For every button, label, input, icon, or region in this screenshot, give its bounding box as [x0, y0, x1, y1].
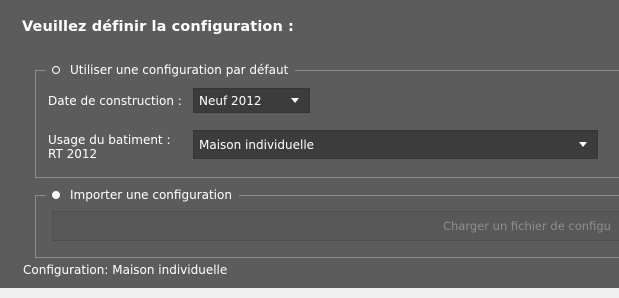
construction-date-label: Date de construction :: [48, 94, 182, 108]
status-text: Configuration: Maison individuelle: [23, 263, 228, 277]
chevron-down-icon[interactable]: [569, 131, 597, 158]
construction-date-value: Neuf 2012: [199, 93, 262, 108]
radio-checked-icon: [52, 191, 60, 199]
load-config-file-button[interactable]: Charger un fichier de configu: [52, 211, 619, 241]
import-config-radio[interactable]: Importer une configuration: [46, 186, 239, 204]
config-panel: Veuillez définir la configuration : Util…: [0, 0, 619, 288]
default-config-radio[interactable]: Utiliser une configuration par défaut: [46, 61, 296, 79]
default-config-radio-label: Utiliser une configuration par défaut: [70, 63, 289, 77]
import-config-radio-label: Importer une configuration: [70, 188, 232, 202]
radio-unchecked-icon: [52, 66, 60, 74]
building-usage-value: Maison individuelle: [199, 137, 315, 152]
chevron-down-icon[interactable]: [281, 89, 309, 112]
page-title: Veuillez définir la configuration :: [22, 19, 294, 35]
building-usage-sublabel: RT 2012: [48, 147, 98, 161]
building-usage-label: Usage du batiment :: [48, 133, 171, 147]
default-config-group: Utiliser une configuration par défaut: [35, 61, 619, 178]
construction-date-select[interactable]: Neuf 2012: [193, 88, 310, 113]
building-usage-select[interactable]: Maison individuelle: [193, 130, 598, 159]
